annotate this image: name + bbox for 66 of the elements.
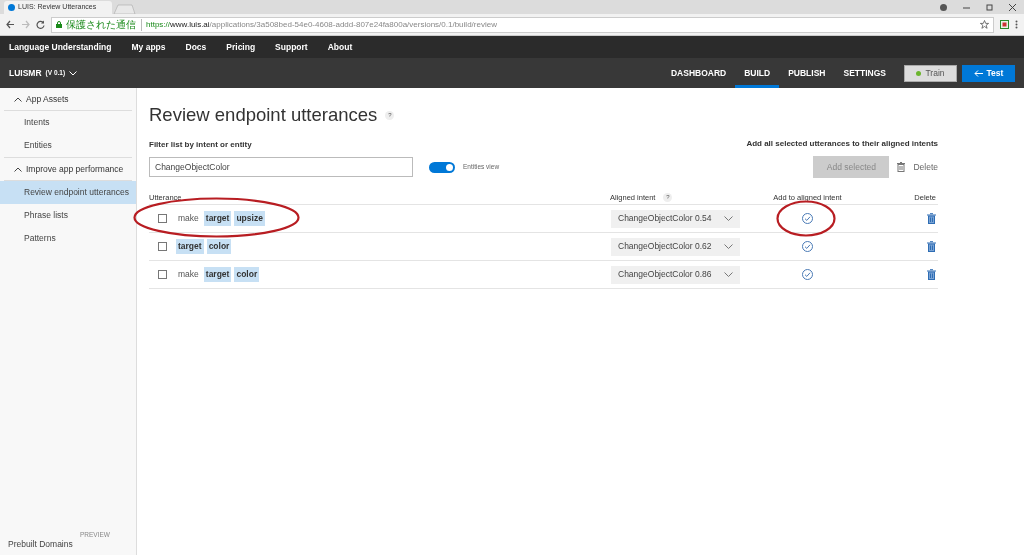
intent-dropdown[interactable]: ChangeObjectColor 0.54 <box>611 209 740 228</box>
star-icon[interactable] <box>980 20 989 29</box>
trash-icon <box>897 162 906 173</box>
sidebar-item[interactable]: Review endpoint utterances <box>0 181 136 204</box>
check-circle-icon[interactable] <box>802 241 813 253</box>
trash-icon[interactable] <box>927 213 936 225</box>
sidebar-item[interactable]: Intents <box>0 111 136 134</box>
nav-tab[interactable]: DASHBOARD <box>661 58 736 88</box>
chevron-down-icon <box>724 244 733 250</box>
page-title: Review endpoint utterances <box>149 104 378 127</box>
profile-icon[interactable] <box>940 3 947 11</box>
site-icon <box>8 4 15 11</box>
delete-button[interactable]: Delete <box>897 160 938 174</box>
bulk-label: Add all selected utterances to their aligned intents <box>746 138 938 151</box>
entity-label[interactable]: target <box>203 267 232 283</box>
row-checkbox[interactable] <box>158 270 167 280</box>
close-icon[interactable] <box>1009 3 1016 11</box>
utterance-word: make <box>177 212 200 226</box>
row-checkbox[interactable] <box>158 242 167 252</box>
nav-link[interactable]: Docs <box>185 40 207 54</box>
lock-icon <box>56 21 62 28</box>
chevron-down-icon <box>69 70 78 76</box>
utterance-word: make <box>177 268 200 282</box>
sidebar-item[interactable]: Prebuilt Domains <box>8 538 73 551</box>
sidebar-item[interactable]: Patterns <box>0 227 136 250</box>
check-circle-icon[interactable] <box>802 269 813 281</box>
arrow-left-icon <box>973 69 983 77</box>
intent-dropdown[interactable]: ChangeObjectColor 0.86 <box>611 265 740 284</box>
intent-dropdown[interactable]: ChangeObjectColor 0.62 <box>611 237 740 256</box>
toggle-switch[interactable] <box>429 161 455 173</box>
reload-icon[interactable] <box>36 20 45 29</box>
test-button[interactable]: Test <box>962 64 1015 82</box>
nav-link[interactable]: My apps <box>131 40 166 54</box>
entity-label[interactable]: color <box>234 267 260 283</box>
address-bar[interactable]: 保護された通信 https://www.luis.ai/applications/3a508bed-54e0-4608-addd-807e24fa800a/versions/0.1/build/review <box>51 16 994 33</box>
menu-icon[interactable] <box>1015 20 1018 29</box>
chevron-down-icon <box>724 216 733 222</box>
nav-tab[interactable]: BUILD <box>735 58 780 88</box>
chevron-up-icon <box>14 166 22 172</box>
trash-icon[interactable] <box>927 241 936 253</box>
restore-icon[interactable] <box>986 3 993 11</box>
train-button[interactable]: Train <box>904 64 957 82</box>
entity-label[interactable]: color <box>206 239 232 255</box>
row-checkbox[interactable] <box>158 214 167 224</box>
back-icon[interactable] <box>6 20 15 29</box>
nav-link[interactable]: About <box>327 40 353 54</box>
nav-link[interactable]: Support <box>275 40 308 54</box>
check-circle-icon[interactable] <box>802 213 813 225</box>
nav-link[interactable]: Language Understanding <box>9 40 112 54</box>
nav-tab[interactable]: PUBLISH <box>779 58 835 88</box>
nav-link[interactable]: Pricing <box>226 40 256 54</box>
sidebar-group[interactable]: App Assets <box>4 88 132 111</box>
url-text: https://www.luis.ai/applications/3a508bed-54e0-4608-addd-807e24fa800a/versions/0.1/build/review <box>146 18 497 31</box>
sidebar-item[interactable]: Entities <box>0 134 136 157</box>
filter-field[interactable]: ChangeObjectColor <box>149 157 413 178</box>
chevron-down-icon <box>724 272 733 278</box>
nav-tab[interactable]: SETTINGS <box>834 58 895 88</box>
chevron-up-icon <box>14 96 22 102</box>
extension-icon[interactable] <box>1000 20 1009 29</box>
status-dot-icon <box>916 70 922 76</box>
filter-label: Filter list by intent or entity <box>149 139 253 152</box>
trash-icon[interactable] <box>927 269 936 281</box>
entity-label[interactable]: upsize <box>234 211 265 227</box>
entity-label[interactable]: target <box>203 211 232 227</box>
sidebar-item[interactable]: Phrase lists <box>0 204 136 227</box>
entity-label[interactable]: target <box>176 239 204 255</box>
